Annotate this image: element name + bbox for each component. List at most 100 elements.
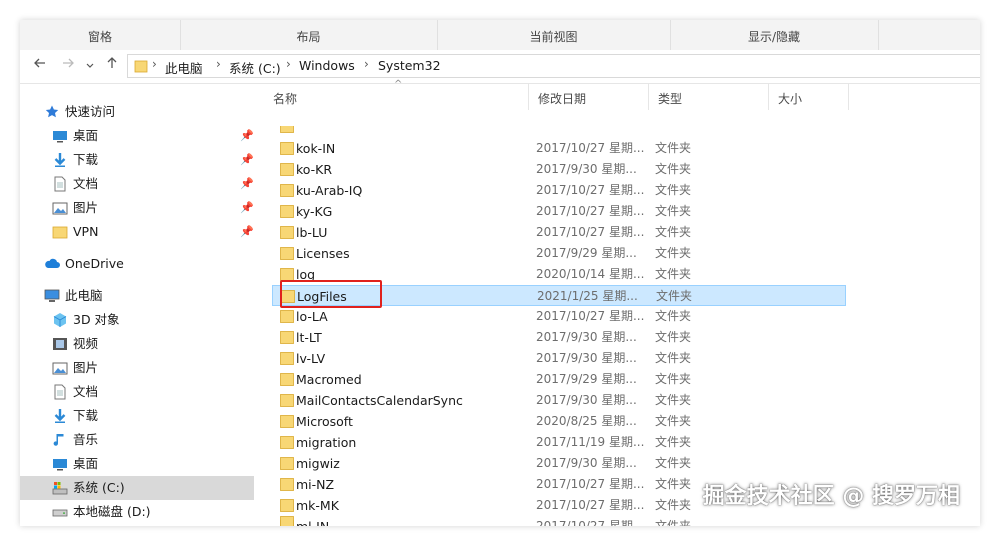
- sidebar-item-videos[interactable]: 视频: [20, 332, 254, 356]
- arrow-right-icon[interactable]: [58, 56, 78, 76]
- file-modified-date: 2017/9/29 星期...: [536, 372, 637, 386]
- sidebar-item-quick-access[interactable]: 快速访问: [20, 100, 254, 124]
- pin-icon: 📌: [240, 225, 254, 238]
- navigation-pane: 快速访问 桌面 📌 下载 📌 文档 📌 图片 📌 VPN 📌 OneDrive …: [20, 84, 264, 526]
- file-row[interactable]: lv-LV 2017/9/30 星期... 文件夹: [272, 348, 846, 369]
- file-type: 文件夹: [656, 289, 693, 303]
- file-row[interactable]: migration 2017/11/19 星期... 文件夹: [272, 432, 846, 453]
- folder-icon: [280, 268, 294, 281]
- file-row[interactable]: log 2020/10/14 星期... 文件夹: [272, 264, 846, 285]
- sidebar-item-3d-objects[interactable]: 3D 对象: [20, 308, 254, 332]
- column-header-type[interactable]: 类型: [649, 84, 769, 110]
- folder-icon: [280, 457, 294, 470]
- sidebar-item-pictures[interactable]: 图片 📌: [20, 196, 254, 220]
- file-name: ko-KR: [296, 162, 333, 177]
- file-row[interactable]: LogFiles 2021/1/25 星期... 文件夹: [272, 285, 846, 306]
- sidebar-item-documents-pc[interactable]: 文档: [20, 380, 254, 404]
- ribbon-group-pane[interactable]: 窗格: [20, 20, 181, 50]
- file-type: 文件夹: [655, 351, 692, 365]
- sidebar-item-this-pc[interactable]: 此电脑: [20, 284, 254, 308]
- folder-icon: [280, 394, 294, 407]
- folder-icon: [134, 60, 148, 73]
- file-type: 文件夹: [655, 141, 692, 155]
- file-modified-date: 2017/9/30 星期...: [536, 330, 637, 344]
- list-item-partial: [272, 126, 846, 134]
- arrow-left-icon[interactable]: [30, 56, 50, 76]
- file-name: log: [296, 267, 316, 282]
- column-header-name[interactable]: ^ 名称: [264, 79, 529, 110]
- ribbon-group-show-hide[interactable]: 显示/隐藏: [670, 20, 879, 50]
- sidebar-item-downloads[interactable]: 下载 📌: [20, 148, 254, 172]
- breadcrumb-this-pc[interactable]: 此电脑: [165, 58, 203, 77]
- file-row[interactable]: kok-IN 2017/10/27 星期... 文件夹: [272, 138, 846, 159]
- ribbon-group-layout[interactable]: 布局: [180, 20, 438, 50]
- sidebar-item-desktop[interactable]: 桌面 📌: [20, 124, 254, 148]
- file-modified-date: 2017/10/27 星期...: [536, 477, 645, 491]
- file-row[interactable]: MailContactsCalendarSync 2017/9/30 星期... 文…: [272, 390, 846, 411]
- file-row[interactable]: Microsoft 2020/8/25 星期... 文件夹: [272, 411, 846, 432]
- computer-icon: [44, 289, 60, 302]
- file-modified-date: 2017/10/27 星期...: [536, 309, 645, 323]
- pin-icon: 📌: [240, 177, 254, 190]
- file-row[interactable]: ky-KG 2017/10/27 星期... 文件夹: [272, 201, 846, 222]
- breadcrumb-windows[interactable]: Windows: [299, 58, 355, 73]
- file-row[interactable]: Macromed 2017/9/29 星期... 文件夹: [272, 369, 846, 390]
- column-header-date[interactable]: 修改日期: [529, 84, 649, 110]
- sidebar-item-label: 文档: [73, 384, 99, 399]
- pin-icon: 📌: [240, 129, 254, 142]
- cube-icon: [53, 313, 67, 327]
- drive-icon: [52, 482, 68, 495]
- file-type: 文件夹: [655, 162, 692, 176]
- arrow-up-icon[interactable]: [102, 56, 122, 76]
- sidebar-item-label: 3D 对象: [73, 312, 120, 327]
- ribbon: 窗格 布局 当前视图 显示/隐藏: [20, 20, 980, 51]
- sidebar-item-label: 下载: [73, 408, 99, 423]
- desktop-icon: [53, 459, 67, 471]
- sidebar-item-label: 快速访问: [65, 104, 116, 119]
- sidebar-item-documents[interactable]: 文档 📌: [20, 172, 254, 196]
- desktop-icon: [53, 131, 67, 143]
- sidebar-item-label: 此电脑: [65, 288, 103, 303]
- folder-icon: [280, 310, 294, 323]
- sidebar-item-local-disk-d[interactable]: 本地磁盘 (D:): [20, 500, 254, 524]
- sidebar-item-music[interactable]: 音乐: [20, 428, 254, 452]
- file-type: 文件夹: [655, 498, 692, 512]
- sidebar-item-vpn[interactable]: VPN 📌: [20, 220, 254, 244]
- drive-icon: [52, 509, 68, 517]
- file-type: 文件夹: [655, 246, 692, 260]
- file-row[interactable]: lo-LA 2017/10/27 星期... 文件夹: [272, 306, 846, 327]
- file-explorer-window: 窗格 布局 当前视图 显示/隐藏 › 此电脑 › 系统 (C:) › Windo…: [20, 20, 980, 526]
- file-row[interactable]: ko-KR 2017/9/30 星期... 文件夹: [272, 159, 846, 180]
- pictures-icon: [52, 362, 68, 375]
- file-row[interactable]: ku-Arab-IQ 2017/10/27 星期... 文件夹: [272, 180, 846, 201]
- file-type: 文件夹: [655, 183, 692, 197]
- file-name: lo-LA: [296, 309, 328, 324]
- sidebar-item-label: 系统 (C:): [73, 480, 125, 495]
- folder-icon: [52, 226, 68, 239]
- column-header-size[interactable]: 大小: [769, 84, 849, 110]
- sidebar-item-pictures-pc[interactable]: 图片: [20, 356, 254, 380]
- sidebar-item-downloads-pc[interactable]: 下载: [20, 404, 254, 428]
- file-modified-date: 2017/10/27 星期...: [536, 204, 645, 218]
- file-name: Macromed: [296, 372, 362, 387]
- breadcrumb-system32[interactable]: System32: [378, 58, 441, 73]
- sidebar-item-desktop-pc[interactable]: 桌面: [20, 452, 254, 476]
- sidebar-item-onedrive[interactable]: OneDrive: [20, 252, 254, 276]
- breadcrumb-system-c[interactable]: 系统 (C:): [229, 58, 281, 77]
- chevron-down-icon[interactable]: [83, 56, 97, 76]
- folder-icon: [280, 226, 294, 239]
- file-row[interactable]: Licenses 2017/9/29 星期... 文件夹: [272, 243, 846, 264]
- ribbon-group-current-view[interactable]: 当前视图: [437, 20, 671, 50]
- file-row[interactable]: lb-LU 2017/10/27 星期... 文件夹: [272, 222, 846, 243]
- folder-icon: [280, 415, 294, 428]
- document-icon: [54, 176, 66, 192]
- sidebar-item-system-c[interactable]: 系统 (C:): [20, 476, 254, 500]
- download-icon: [54, 409, 66, 423]
- file-name: lv-LV: [296, 351, 326, 366]
- file-row[interactable]: lt-LT 2017/9/30 星期... 文件夹: [272, 327, 846, 348]
- address-bar[interactable]: › 此电脑 › 系统 (C:) › Windows › System32: [127, 54, 980, 78]
- file-row[interactable]: migwiz 2017/9/30 星期... 文件夹: [272, 453, 846, 474]
- folder-icon: [280, 478, 294, 491]
- download-icon: [54, 153, 66, 167]
- file-type: 文件夹: [655, 372, 692, 386]
